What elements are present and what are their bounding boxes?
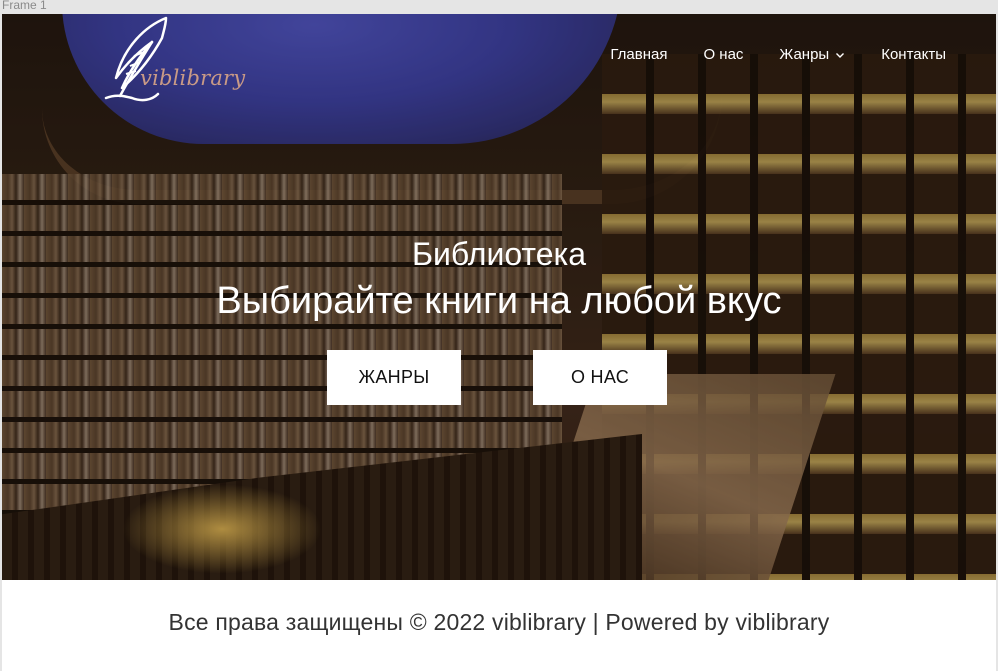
- hero-background-image: viblibrary Главная О нас Жанры Контакты …: [2, 14, 996, 580]
- hero-title: Библиотека: [412, 236, 586, 272]
- nav-item-genres[interactable]: Жанры: [779, 46, 845, 63]
- frame-label: Frame 1: [2, 0, 47, 12]
- quill-feather-icon: [104, 16, 168, 102]
- nav-item-label: Контакты: [881, 46, 946, 63]
- nav-item-home[interactable]: Главная: [610, 46, 667, 63]
- logo-text: viblibrary: [140, 66, 246, 90]
- genres-button[interactable]: ЖАНРЫ: [327, 350, 461, 405]
- nav-item-label: Жанры: [779, 46, 830, 63]
- nav-item-contacts[interactable]: Контакты: [881, 46, 946, 63]
- footer: Все права защищены © 2022 viblibrary | P…: [2, 580, 996, 671]
- footer-copyright: Все права защищены © 2022 viblibrary | P…: [168, 609, 830, 635]
- hero-subtitle: Выбирайте книги на любой вкус: [216, 280, 782, 322]
- chevron-down-icon: [836, 52, 845, 58]
- site-logo[interactable]: viblibrary: [102, 16, 246, 106]
- nav-item-label: Главная: [610, 46, 668, 63]
- about-button[interactable]: О НАС: [533, 350, 667, 405]
- nav-item-label: О нас: [703, 46, 744, 63]
- nav-item-about[interactable]: О нас: [703, 46, 743, 63]
- page-frame: viblibrary Главная О нас Жанры Контакты …: [2, 14, 996, 671]
- main-nav: Главная О нас Жанры Контакты: [610, 46, 946, 63]
